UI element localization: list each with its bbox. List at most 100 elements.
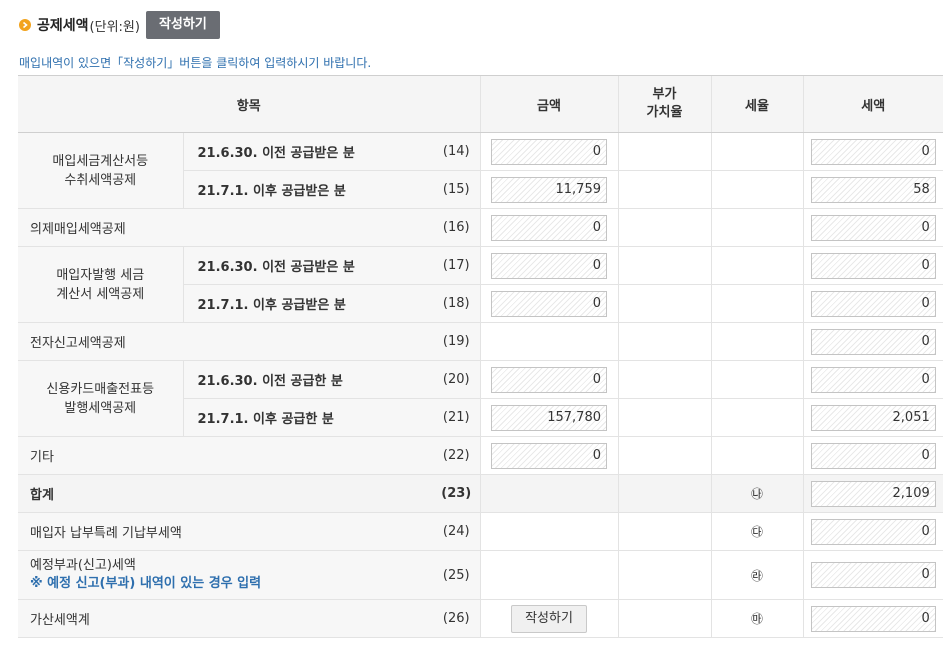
unit-label: (단위:원)	[89, 19, 140, 35]
tax-field[interactable]: 0	[810, 442, 936, 469]
vat-ratio-cell	[617, 436, 711, 475]
col-header-amount: 금액	[479, 75, 618, 133]
rate-mark: ㉱	[710, 550, 803, 600]
col-header-vat-ratio: 부가 가치율	[617, 75, 711, 133]
rate-mark: ㉲	[710, 599, 803, 638]
rate-mark: ㉯	[710, 474, 803, 513]
row-code: (23)	[433, 474, 480, 513]
amount-cell	[479, 512, 618, 551]
rate-cell	[710, 208, 803, 247]
row-code: (19)	[433, 322, 480, 361]
tax-field[interactable]: 2,109	[810, 480, 936, 507]
row-label: 예정부과(신고)세액	[30, 558, 136, 573]
col-header-vat-line2: 가치율	[646, 105, 683, 120]
col-header-vat-line1: 부가	[652, 87, 677, 102]
amount-field[interactable]: 0	[491, 366, 607, 393]
row-label: 전자신고세액공제	[18, 322, 433, 361]
vat-ratio-cell	[617, 360, 711, 399]
tax-field[interactable]: 0	[810, 138, 936, 165]
amount-cell	[479, 474, 618, 513]
col-header-rate: 세율	[710, 75, 803, 133]
rate-cell	[710, 132, 803, 171]
col-header-item: 항목	[18, 75, 480, 133]
rate-cell	[710, 246, 803, 285]
amount-field[interactable]: 0	[491, 290, 607, 317]
table-row: 신용카드매출전표등 발행세액공제 21.6.30. 이전 공급한 분 (20) …	[18, 360, 943, 437]
vat-ratio-cell	[617, 474, 711, 513]
chevron-right-icon	[19, 19, 31, 31]
group-label: 신용카드매출전표등	[46, 381, 155, 397]
group-label: 수취세액공제	[64, 172, 137, 188]
row-label-cell: 예정부과(신고)세액 ※ 예정 신고(부과) 내역이 있는 경우 입력	[18, 550, 433, 600]
table-row: 의제매입세액공제 (16) 0 0	[18, 208, 943, 247]
rate-cell	[710, 398, 803, 437]
amount-cell	[479, 322, 618, 361]
amount-field[interactable]: 0	[491, 442, 607, 469]
amount-field[interactable]: 157,780	[491, 404, 607, 431]
tax-field[interactable]: 0	[810, 214, 936, 241]
vat-ratio-cell	[617, 322, 711, 361]
rate-cell	[710, 360, 803, 399]
col-header-tax: 세액	[802, 75, 943, 133]
group-credit-card: 신용카드매출전표등 발행세액공제	[18, 360, 183, 437]
row-label: 매입자 납부특례 기납부세액	[18, 512, 433, 551]
vat-ratio-cell	[617, 246, 711, 285]
table-row: 매입세금계산서등 수취세액공제 21.6.30. 이전 공급받은 분 (14) …	[18, 132, 943, 209]
group-invoice: 매입세금계산서등 수취세액공제	[18, 132, 183, 209]
row-code: (24)	[433, 512, 480, 551]
rate-cell	[710, 170, 803, 209]
row-code: (18)	[433, 284, 480, 323]
tax-field[interactable]: 0	[810, 328, 936, 355]
row-code: (26)	[433, 599, 480, 638]
row-label: 21.7.1. 이후 공급받은 분	[182, 284, 433, 323]
row-label: 21.7.1. 이후 공급받은 분	[182, 170, 433, 209]
row-label: 합계	[18, 474, 433, 513]
row-label: 기타	[18, 436, 433, 475]
tax-field[interactable]: 0	[810, 290, 936, 317]
row-code: (17)	[433, 246, 480, 285]
vat-ratio-cell	[617, 284, 711, 323]
deduction-table: 항목 금액 부가 가치율 세율 세액 매입세금계산서등 수취세액공제 21.6.…	[18, 75, 943, 638]
row-note: ※ 예정 신고(부과) 내역이 있는 경우 입력	[30, 576, 262, 591]
table-header-row: 항목 금액 부가 가치율 세율 세액	[18, 75, 943, 133]
tax-field[interactable]: 0	[810, 366, 936, 393]
group-label: 계산서 세액공제	[56, 286, 145, 302]
row-label: 21.6.30. 이전 공급한 분	[182, 360, 433, 399]
rate-mark: ㉰	[710, 512, 803, 551]
table-row: 매입자발행 세금 계산서 세액공제 21.6.30. 이전 공급받은 분 (17…	[18, 246, 943, 323]
row-label: 21.6.30. 이전 공급받은 분	[182, 132, 433, 171]
row-label: 21.6.30. 이전 공급받은 분	[182, 246, 433, 285]
table-row: 전자신고세액공제 (19) 0	[18, 322, 943, 361]
amount-field[interactable]: 0	[491, 138, 607, 165]
tax-field[interactable]: 0	[810, 605, 936, 632]
row-code: (25)	[433, 550, 480, 600]
row-code: (15)	[433, 170, 480, 209]
row-label: 21.7.1. 이후 공급한 분	[182, 398, 433, 437]
notice-text: 매입내역이 있으면「작성하기」버튼을 클릭하여 입력하시기 바랍니다.	[19, 56, 372, 70]
row-label: 의제매입세액공제	[18, 208, 433, 247]
write-button[interactable]: 작성하기	[145, 11, 220, 39]
group-label: 매입세금계산서등	[52, 153, 149, 169]
write-penalty-button[interactable]: 작성하기	[511, 604, 587, 633]
vat-ratio-cell	[617, 550, 711, 600]
tax-field[interactable]: 58	[810, 176, 936, 203]
tax-field[interactable]: 2,051	[810, 404, 936, 431]
table-row: 가산세액계 (26) 작성하기 ㉲ 0	[18, 599, 943, 638]
amount-field[interactable]: 11,759	[491, 176, 607, 203]
group-buyer-issued: 매입자발행 세금 계산서 세액공제	[18, 246, 183, 323]
section-header: 공제세액 (단위:원) 작성하기	[19, 10, 220, 40]
tax-field[interactable]: 0	[810, 562, 936, 588]
table-row: 예정부과(신고)세액 ※ 예정 신고(부과) 내역이 있는 경우 입력 (25)…	[18, 550, 943, 600]
vat-ratio-cell	[617, 208, 711, 247]
vat-ratio-cell	[617, 599, 711, 638]
tax-field[interactable]: 0	[810, 252, 936, 279]
section-title: 공제세액	[37, 18, 89, 34]
vat-ratio-cell	[617, 170, 711, 209]
rate-cell	[710, 284, 803, 323]
amount-field[interactable]: 0	[491, 252, 607, 279]
row-code: (22)	[433, 436, 480, 475]
vat-ratio-cell	[617, 132, 711, 171]
amount-field[interactable]: 0	[491, 214, 607, 241]
row-code: (16)	[433, 208, 480, 247]
tax-field[interactable]: 0	[810, 518, 936, 545]
